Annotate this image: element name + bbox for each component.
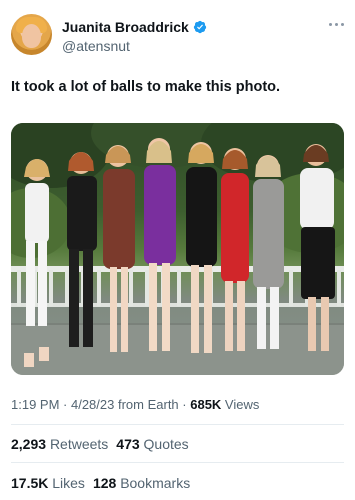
stats-row-retweets: 2,293 Retweets 473 Quotes — [11, 436, 189, 452]
retweets-stat[interactable]: 2,293 Retweets — [11, 436, 108, 452]
retweets-label: Retweets — [49, 436, 109, 452]
likes-stat[interactable]: 17.5K Likes — [11, 475, 85, 491]
divider — [11, 424, 344, 425]
tweet-date[interactable]: 4/28/23 — [71, 397, 114, 412]
bookmarks-label: Bookmarks — [120, 475, 191, 491]
stats-row-likes: 17.5K Likes 128 Bookmarks — [11, 475, 190, 491]
tweet-location: Earth — [147, 397, 179, 412]
meta-separator: · — [178, 397, 191, 412]
quotes-stat[interactable]: 473 Quotes — [116, 436, 188, 452]
tweet-header: Juanita Broaddrick @atensnut — [11, 14, 345, 60]
divider — [11, 462, 344, 463]
tweet-text: It took a lot of balls to make this phot… — [11, 79, 281, 95]
from-label: from — [114, 397, 148, 412]
group-photo-image — [11, 123, 344, 375]
tweet-photo[interactable] — [11, 123, 344, 375]
tweet-time[interactable]: 1:19 PM — [11, 397, 59, 412]
bookmarks-stat[interactable]: 128 Bookmarks — [93, 475, 190, 491]
quotes-count: 473 — [116, 436, 140, 452]
more-options-icon[interactable] — [329, 20, 345, 28]
handle[interactable]: @atensnut — [62, 38, 207, 54]
views-count: 685K — [190, 397, 222, 412]
avatar[interactable] — [11, 14, 52, 55]
tweet-meta: 1:19 PM · 4/28/23 from Earth · 685K View… — [11, 397, 259, 412]
views-label: Views — [221, 397, 260, 412]
verified-badge-icon — [193, 20, 206, 34]
likes-label: Likes — [52, 475, 85, 491]
display-name[interactable]: Juanita Broaddrick — [62, 19, 189, 35]
author-block[interactable]: Juanita Broaddrick @atensnut — [62, 19, 207, 54]
bookmarks-count: 128 — [92, 475, 117, 491]
likes-count: 17.5K — [11, 475, 49, 491]
meta-separator: · — [59, 397, 71, 412]
quotes-label: Quotes — [143, 436, 189, 452]
retweets-count: 2,293 — [11, 436, 47, 452]
